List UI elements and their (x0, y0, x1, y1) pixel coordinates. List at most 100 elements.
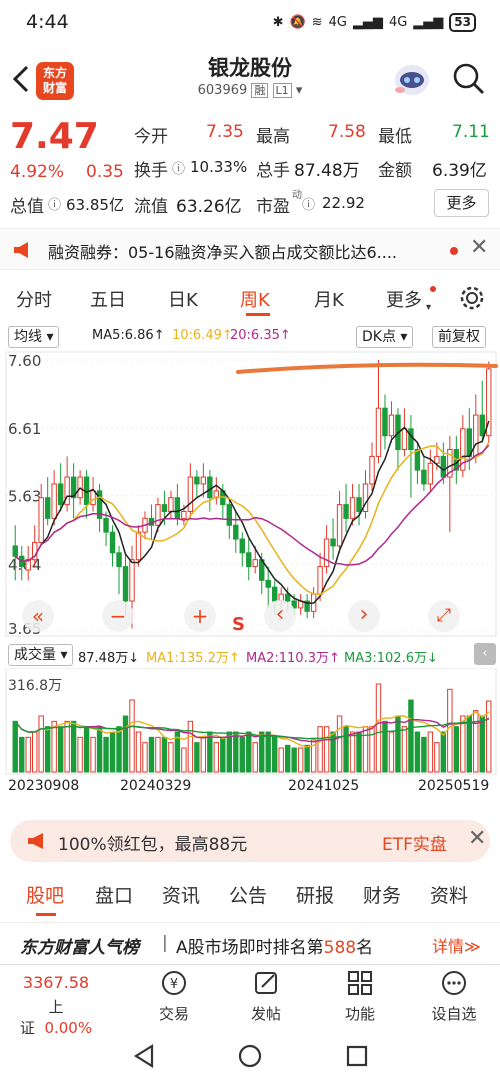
pe-label: 市盈 (256, 197, 290, 217)
period-tabs: 分时 五日 日K 周K 月K 更多 ▾ (0, 280, 500, 320)
candle (109, 531, 116, 554)
volume-bar (473, 710, 479, 773)
function-button[interactable]: 功能 (320, 965, 400, 1024)
tab-intraday[interactable]: 分时 (16, 286, 52, 312)
y-tick-label: 7.60 (8, 352, 41, 370)
volume-bar (90, 736, 96, 773)
candlestick-chart[interactable]: 7.606.615.634.643.65 (0, 350, 500, 640)
volume-chart[interactable]: 316.8万 (0, 668, 500, 776)
notice-bar[interactable]: 融资融券：05-16融资净买入额占成交额比达6.... ✕ (0, 228, 500, 270)
volume-bar (31, 731, 38, 773)
stock-code: 603969 (197, 83, 248, 98)
volume-bar (395, 715, 401, 773)
expand-icon[interactable]: ⤢ (428, 600, 460, 632)
close-icon[interactable]: ✕ (468, 826, 486, 851)
add-watchlist-button[interactable]: 设自选 (414, 965, 494, 1024)
etf-link[interactable]: ETF实盘 (382, 830, 447, 855)
volume-y-tick: 316.8万 (8, 678, 62, 694)
rank-detail-link[interactable]: 详情≫ (432, 933, 481, 957)
annotation-line (236, 362, 498, 374)
tab-guba[interactable]: 股吧 (26, 881, 64, 908)
tab-profile[interactable]: 资料 (430, 881, 468, 908)
nav-back-icon[interactable] (132, 1044, 156, 1068)
nav-home-icon[interactable] (238, 1044, 262, 1068)
volume-bar (77, 736, 83, 773)
volume-bar (44, 726, 51, 773)
tab-more[interactable]: 更多 (386, 286, 422, 312)
candle (265, 579, 271, 588)
rank-brand: 东方财富人气榜 (20, 938, 139, 958)
banner-text: 100%领红包，最高88元 (58, 835, 248, 855)
nav-recents-icon[interactable] (346, 1045, 368, 1067)
candle (246, 552, 252, 568)
volume-bar (291, 747, 297, 773)
volume-bar (447, 688, 453, 773)
candle (194, 476, 200, 485)
volume-bar (220, 736, 226, 773)
pe-value: 22.92 (322, 194, 365, 212)
volume-selector[interactable]: 成交量 ▾ (8, 644, 74, 666)
post-button[interactable]: 发帖 (226, 965, 306, 1024)
candle (317, 566, 323, 595)
volume-legend: 成交量 ▾ 87.48万↓ MA1:135.2万↑ MA2:110.3万↑ MA… (0, 643, 500, 667)
zoom-out-icon[interactable]: « (22, 600, 54, 632)
candle (473, 414, 479, 457)
info-icon[interactable]: ⓘ (302, 194, 315, 213)
volume-bar (148, 736, 155, 773)
chevron-right-icon[interactable]: › (348, 600, 380, 632)
tab-five-day[interactable]: 五日 (90, 286, 126, 312)
candle (57, 483, 64, 506)
tab-daily-k[interactable]: 日K (168, 286, 198, 312)
gear-icon[interactable] (458, 284, 486, 312)
volume-bar (38, 715, 44, 773)
search-icon[interactable] (452, 62, 486, 96)
volume-bar (317, 726, 323, 773)
volume-bar (440, 731, 447, 773)
minus-icon[interactable]: − (102, 600, 134, 632)
volume-bar (83, 726, 90, 773)
popularity-rank[interactable]: 东方财富人气榜 | A股市场即时排名第588名 详情≫ (0, 922, 500, 964)
ma-selector[interactable]: 均线 ▾ (8, 326, 60, 348)
ma20-value: 20:6.35↑ (230, 328, 291, 343)
volume-bar (336, 715, 343, 773)
volume-bar (343, 726, 349, 773)
candle (356, 497, 362, 512)
index-value: 3367.58 (22, 973, 90, 992)
more-button[interactable]: 更多 (434, 189, 489, 217)
tab-monthly-k[interactable]: 月K (314, 286, 344, 312)
candle (369, 455, 375, 485)
tab-weekly-k[interactable]: 周K (240, 286, 270, 312)
tab-research[interactable]: 研报 (296, 881, 334, 908)
adjust-button[interactable]: 前复权 (432, 326, 486, 348)
volume-bar (155, 736, 161, 773)
plus-icon[interactable]: + (184, 600, 216, 632)
bluetooth-icon: ✱ (272, 14, 284, 30)
info-icon[interactable]: ⓘ (172, 158, 185, 177)
high-label: 最高 (256, 127, 290, 147)
volume-bar (421, 736, 427, 773)
tab-finance[interactable]: 财务 (363, 881, 401, 908)
signal-icon-2: ▂▄▆ (413, 14, 444, 30)
close-icon[interactable]: ✕ (470, 235, 488, 260)
promo-banner[interactable]: 100%领红包，最高88元 ETF实盘 ✕ (10, 820, 490, 862)
candle (434, 455, 440, 464)
mcap-value: 63.85亿 (66, 196, 124, 214)
tag-rong: 融 (251, 83, 269, 98)
volume-bar (161, 736, 168, 773)
tab-pankou[interactable]: 盘口 (95, 881, 133, 908)
x-tick: 20230908 (8, 778, 80, 794)
rank-divider: | (162, 933, 168, 953)
volume-bar (64, 720, 70, 773)
system-nav-bar (0, 1028, 500, 1083)
volume-bar (408, 699, 414, 773)
chevron-left-icon[interactable]: ‹ (264, 600, 296, 632)
collapse-icon[interactable]: ‹ (474, 643, 496, 665)
tab-announcements[interactable]: 公告 (229, 881, 267, 908)
tab-news[interactable]: 资讯 (162, 881, 200, 908)
trade-button[interactable]: ¥ 交易 (134, 965, 214, 1024)
info-icon[interactable]: ⓘ (48, 194, 61, 213)
dk-button[interactable]: DK点 ▾ (356, 326, 414, 348)
volume-bar (246, 731, 252, 773)
change-value: 0.35 (86, 162, 124, 182)
robot-assistant-icon[interactable] (390, 60, 434, 100)
